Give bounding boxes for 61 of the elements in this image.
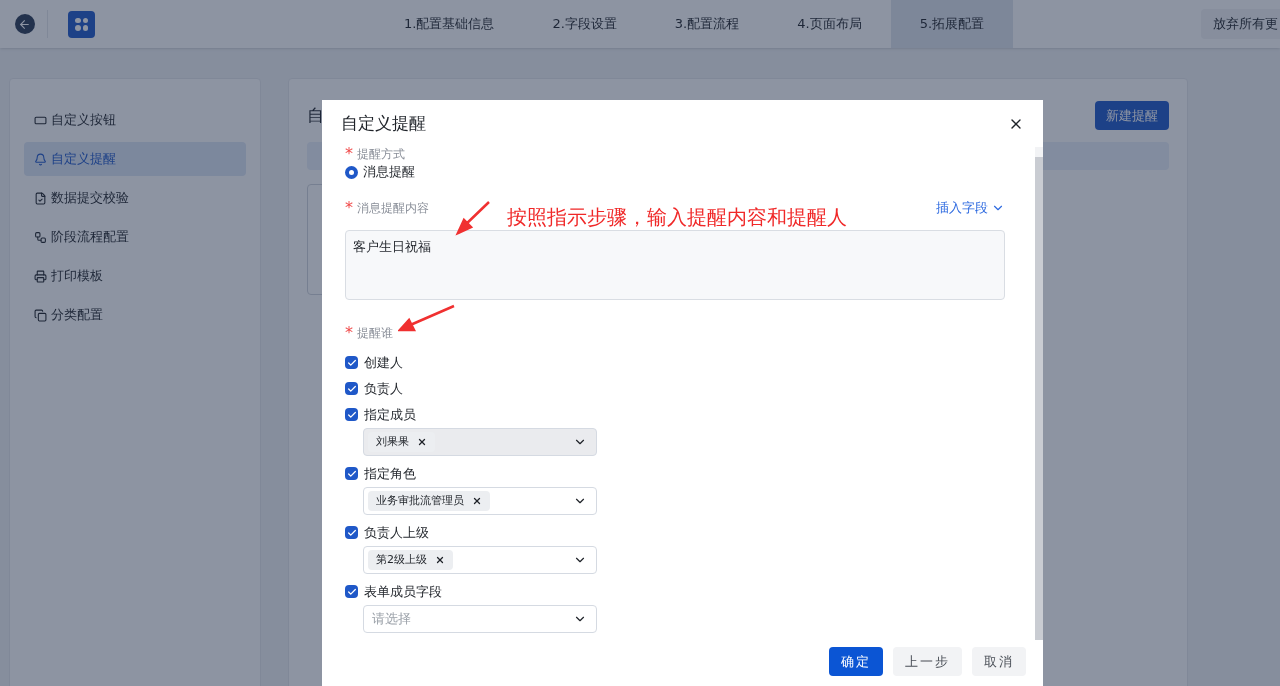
back-icon[interactable]: [14, 14, 35, 34]
checkbox[interactable]: [345, 526, 358, 539]
checkbox-label: 表单成员字段: [364, 582, 442, 601]
flow-icon: [34, 230, 47, 244]
checkbox-label: 创建人: [364, 353, 403, 372]
new-reminder-button[interactable]: 新建提醒: [1095, 101, 1169, 130]
remove-icon[interactable]: [435, 555, 445, 565]
checkbox[interactable]: [345, 585, 358, 598]
checkbox[interactable]: [345, 467, 358, 480]
message-textarea[interactable]: 客户生日祝福: [345, 230, 1005, 300]
checkbox-label: 负责人上级: [364, 523, 429, 542]
select-field[interactable]: 请选择: [363, 605, 597, 633]
sidebar-item[interactable]: 数据提交校验: [24, 181, 246, 215]
checkbox-label: 指定成员: [364, 405, 416, 424]
discard-button[interactable]: 放弃所有更: [1201, 9, 1280, 39]
step-tab[interactable]: 4.页面布局: [768, 0, 891, 48]
tag-label: 刘果果: [376, 433, 409, 450]
app-logo-icon: [68, 10, 95, 38]
confirm-button[interactable]: 确定: [829, 647, 883, 676]
dialog-button[interactable]: 取消: [972, 647, 1026, 676]
required-mark: *: [345, 322, 353, 344]
step-tab[interactable]: 5.拓展配置: [890, 0, 1014, 48]
copy-icon: [34, 308, 47, 322]
sidebar-item[interactable]: 阶段流程配置: [24, 220, 246, 254]
annotation-arrow: [455, 200, 491, 236]
bell-icon: [34, 152, 47, 166]
checkbox[interactable]: [345, 356, 358, 369]
remove-icon[interactable]: [472, 496, 482, 506]
sidebar-item[interactable]: 自定义提醒: [24, 142, 246, 176]
sidebar-item[interactable]: 打印模板: [24, 259, 246, 293]
required-mark: *: [345, 197, 353, 219]
insert-field-link[interactable]: 插入字段: [936, 198, 988, 218]
printer-icon: [34, 269, 47, 283]
annotation-text: 按照指示步骤，输入提醒内容和提醒人: [507, 204, 847, 230]
checkbox[interactable]: [345, 382, 358, 395]
radio-label: 消息提醒: [363, 163, 415, 182]
field-label: 消息提醒内容: [357, 200, 429, 217]
sidebar-item[interactable]: 自定义按钮: [24, 103, 246, 137]
checkbox-label: 负责人: [364, 379, 403, 398]
sidebar-item[interactable]: 分类配置: [24, 298, 246, 332]
field-label: 提醒谁: [357, 325, 393, 342]
annotation-arrow: [398, 304, 456, 332]
select-field[interactable]: 刘果果: [363, 428, 597, 456]
select-field[interactable]: 第2级上级: [363, 546, 597, 574]
step-tab[interactable]: 1.配置基础信息: [375, 0, 524, 48]
file-check-icon: [34, 191, 47, 205]
step-tab[interactable]: 3.配置流程: [645, 0, 769, 48]
dialog-title: 自定义提醒: [341, 111, 426, 135]
checkbox[interactable]: [345, 408, 358, 421]
dialog-button[interactable]: 上一步: [893, 647, 962, 676]
select-field[interactable]: 业务审批流管理员: [363, 487, 597, 515]
required-mark: *: [345, 147, 353, 165]
step-tab[interactable]: 2.字段设置: [523, 0, 646, 48]
radio[interactable]: [345, 165, 358, 179]
field-label: 提醒方式: [357, 147, 405, 161]
tag-label: 第2级上级: [376, 551, 427, 568]
checkbox-label: 指定角色: [364, 464, 416, 483]
tag-label: 业务审批流管理员: [376, 492, 464, 509]
remove-icon[interactable]: [417, 437, 427, 447]
select-placeholder: 请选择: [371, 610, 411, 629]
page-title: 自: [307, 103, 324, 127]
